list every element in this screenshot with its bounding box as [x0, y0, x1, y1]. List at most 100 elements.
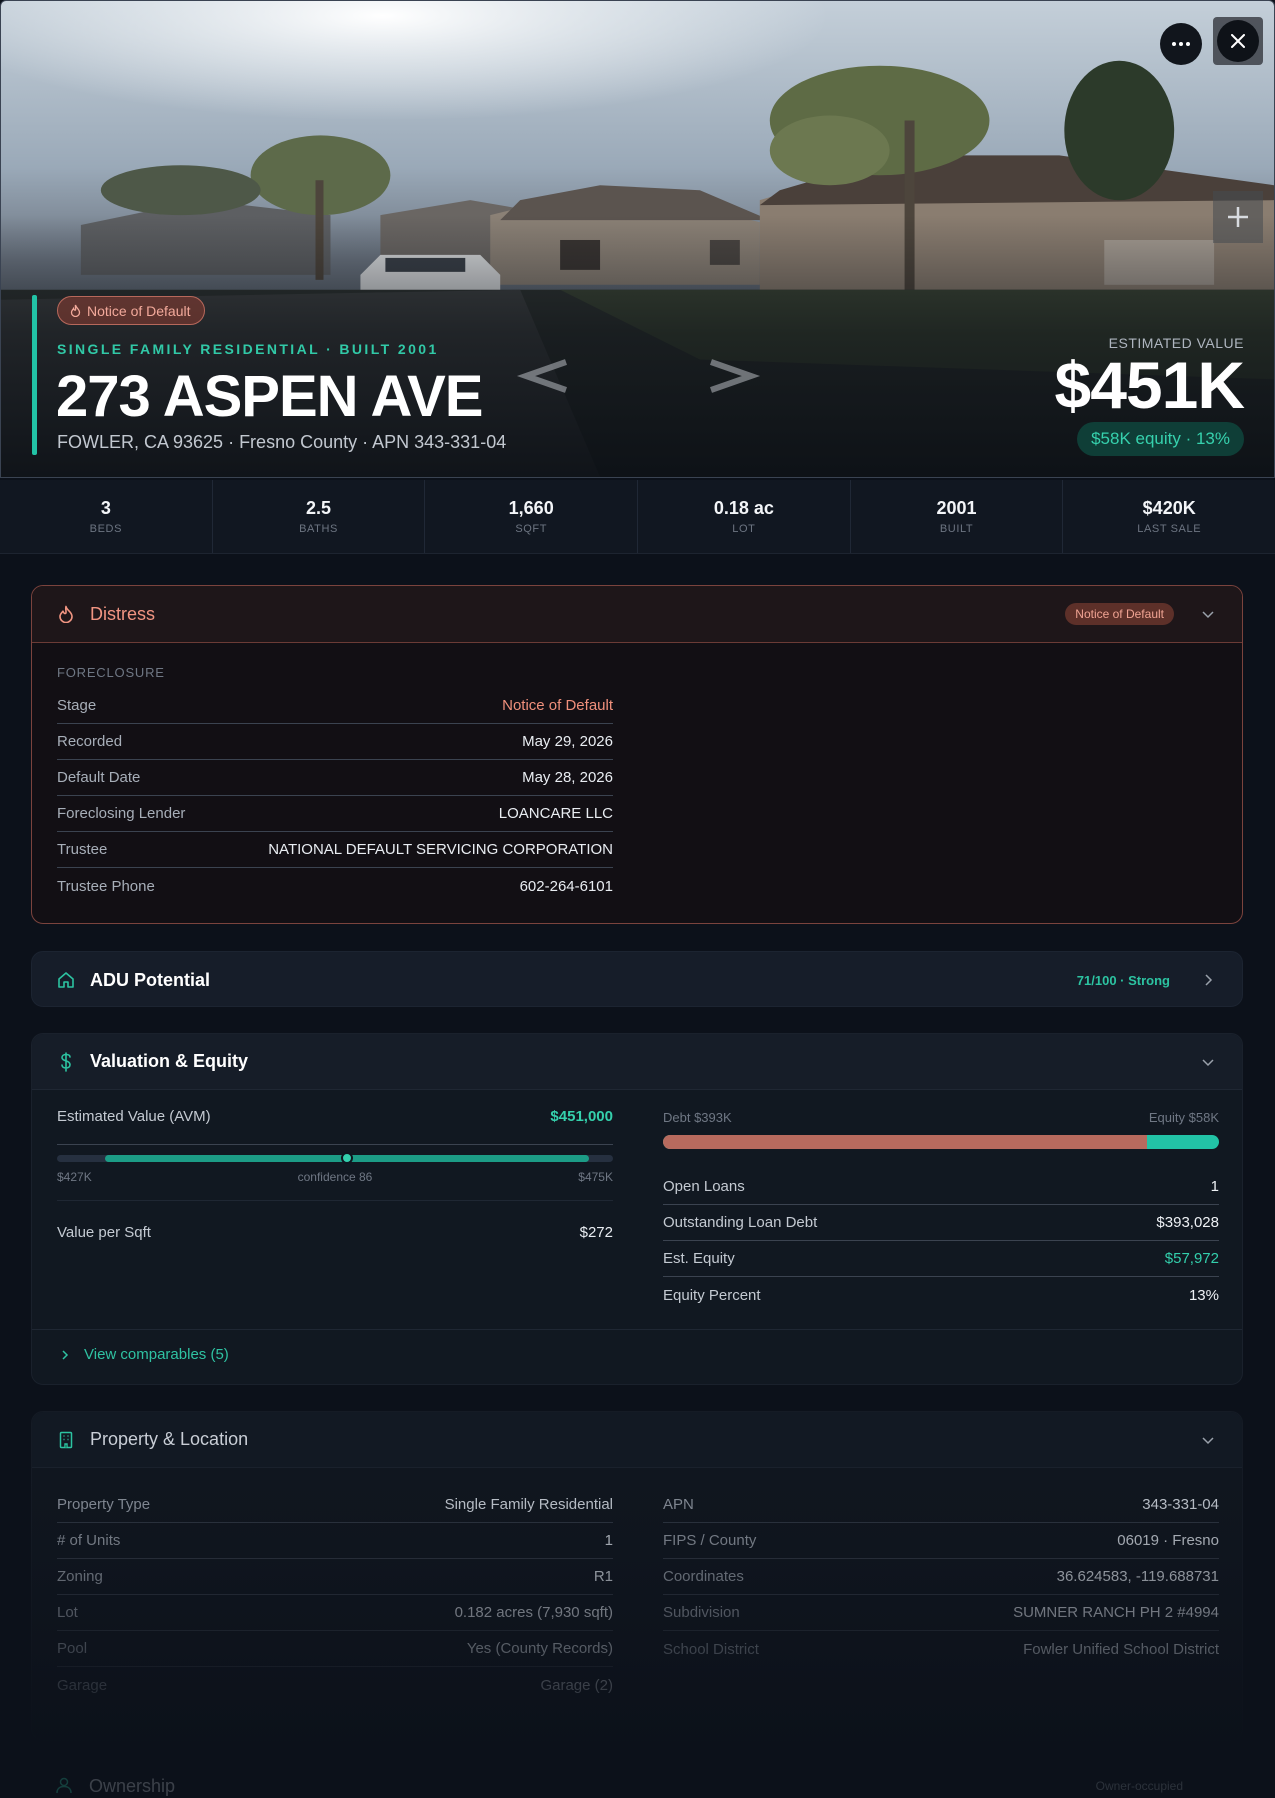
debt-equity-labels: Debt $393K Equity $58K: [663, 1110, 1219, 1125]
home-icon: [56, 970, 76, 990]
avm-scale: $427K confidence 86 $475K: [57, 1170, 613, 1184]
property-card-header[interactable]: Property & Location: [32, 1412, 1242, 1468]
user-icon: [55, 1776, 75, 1796]
close-icon: [1231, 34, 1245, 48]
avm-range-low: $427K: [57, 1170, 92, 1184]
distress-status-pill: Notice of Default: [57, 296, 205, 325]
chevron-down-icon[interactable]: [1200, 1432, 1216, 1448]
row-label: Open Loans: [663, 1178, 745, 1195]
row-label: Subdivision: [663, 1604, 740, 1621]
detail-row-stage: Stage Notice of Default: [57, 688, 613, 724]
row-value: 343-331-04: [1142, 1496, 1219, 1513]
row-value: $57,972: [1164, 1250, 1219, 1267]
row-pool: Pool Yes (County Records): [57, 1631, 613, 1667]
chevron-down-icon[interactable]: [1200, 1054, 1216, 1070]
row-label: Trustee: [57, 841, 108, 858]
row-value: LOANCARE LLC: [498, 805, 613, 822]
stat-value: 3: [100, 498, 111, 518]
stat-label: LOT: [732, 523, 756, 535]
dollar-icon: [56, 1051, 76, 1072]
property-stats-bar: 3 BEDS 2.5 BATHS 1,660 SQFT 0.18 ac LOT 2001…: [0, 480, 1275, 554]
stat-beds: 3 BEDS: [0, 480, 213, 553]
avm-value: $451,000: [550, 1108, 613, 1125]
row-coordinates: Coordinates 36.624583, -119.688731: [663, 1559, 1219, 1595]
next-photo-arrow[interactable]: [701, 356, 761, 396]
distress-badge: Notice of Default: [1065, 603, 1174, 625]
stat-value: 2001: [936, 498, 977, 518]
row-subdivision: Subdivision SUMNER RANCH PH 2 #4994: [663, 1595, 1219, 1631]
row-value: Yes (County Records): [466, 1640, 613, 1657]
stat-value: 1,660: [508, 498, 554, 518]
close-button[interactable]: [1213, 17, 1263, 65]
value-per-sqft-row: Value per Sqft $272: [57, 1224, 613, 1241]
property-kicker: SINGLE FAMILY RESIDENTIAL · BUILT 2001: [57, 341, 439, 357]
distress-card-header[interactable]: Distress Notice of Default: [32, 586, 1242, 643]
zoom-in-button[interactable]: [1213, 191, 1263, 243]
row-lot: Lot 0.182 acres (7,930 sqft): [57, 1595, 613, 1631]
valuation-equity-card: Valuation & Equity Estimated Value (AVM)…: [31, 1033, 1243, 1385]
valuation-card-header[interactable]: Valuation & Equity: [32, 1034, 1242, 1090]
detail-row-recorded: Recorded May 29, 2026: [57, 724, 613, 760]
distress-card-title: Distress: [90, 603, 156, 624]
ownership-card-title: Ownership: [89, 1775, 176, 1796]
row-value: Fowler Unified School District: [1023, 1640, 1219, 1658]
more-options-button[interactable]: [1160, 23, 1202, 65]
adu-potential-card[interactable]: ADU Potential 71/100 · Strong: [31, 951, 1243, 1007]
equity-label: Equity $58K: [1148, 1110, 1219, 1125]
estimated-value: $451K: [1054, 348, 1245, 422]
row-label: Pool: [57, 1640, 88, 1657]
row-value: 1: [1210, 1178, 1219, 1195]
row-value: 36.624583, -119.688731: [1056, 1568, 1219, 1585]
row-value: $272: [579, 1224, 613, 1241]
row-label: Zoning: [57, 1568, 103, 1585]
row-value: SUMNER RANCH PH 2 #4994: [1013, 1604, 1219, 1621]
row-zoning: Zoning R1: [57, 1559, 613, 1595]
row-label: Trustee Phone: [57, 877, 155, 895]
debt-fill: [663, 1135, 1147, 1149]
row-apn: APN 343-331-04: [663, 1487, 1219, 1523]
equity-pill: $58K equity · 13%: [1077, 422, 1244, 456]
divider: [32, 1329, 1242, 1330]
valuation-card-title: Valuation & Equity: [90, 1051, 249, 1071]
row-value[interactable]: 602-264-6101: [520, 878, 613, 895]
distress-status-text: Notice of Default: [87, 302, 191, 319]
row-value: 1: [604, 1532, 613, 1549]
row-label: Property Type: [57, 1496, 151, 1513]
row-label: Foreclosing Lender: [57, 805, 186, 822]
adu-card-header[interactable]: ADU Potential 71/100 · Strong: [32, 952, 1242, 1006]
row-label: # of Units: [57, 1532, 121, 1549]
stat-label: LAST SALE: [1137, 523, 1202, 535]
avm-range-high: $475K: [578, 1170, 613, 1184]
row-fips-county: FIPS / County 06019 · Fresno: [663, 1523, 1219, 1559]
row-label: Value per Sqft: [57, 1224, 151, 1241]
row-label: Recorded: [57, 733, 123, 750]
view-comparables-link[interactable]: View comparables (5): [60, 1346, 229, 1363]
detail-row-lender: Foreclosing Lender LOANCARE LLC: [57, 796, 613, 832]
stat-last-sale: $420K LAST SALE: [1063, 480, 1275, 553]
row-value: Notice of Default: [502, 697, 613, 714]
stat-label: SQFT: [515, 523, 548, 535]
stat-label: BATHS: [299, 523, 338, 535]
chevron-down-icon[interactable]: [1200, 606, 1216, 622]
distress-card: Distress Notice of Default FORECLOSURE S…: [31, 585, 1243, 924]
debt-label: Debt $393K: [663, 1110, 732, 1125]
avm-label: Estimated Value (AVM): [57, 1108, 211, 1125]
chevron-right-icon: [62, 1349, 69, 1360]
row-label: Outstanding Loan Debt: [663, 1214, 818, 1231]
row-value: 0.182 acres (7,930 sqft): [454, 1604, 613, 1621]
ownership-card-header[interactable]: Ownership Owner-occupied: [31, 1758, 1243, 1798]
detail-row-trustee-phone: Trustee Phone 602-264-6101: [57, 868, 613, 904]
row-school-district: School District Fowler Unified School Dis…: [663, 1631, 1219, 1667]
chevron-right-icon[interactable]: [1200, 972, 1216, 988]
stat-label: BEDS: [89, 523, 123, 535]
stat-value: 2.5: [305, 498, 332, 518]
divider: [57, 1144, 613, 1145]
previous-photo-arrow[interactable]: [516, 356, 576, 396]
hero-accent-bar: [32, 295, 37, 455]
row-equity-percent: Equity Percent 13%: [663, 1277, 1219, 1313]
plus-icon: [1228, 207, 1248, 227]
row-units: # of Units 1: [57, 1523, 613, 1559]
row-label: Garage: [57, 1676, 108, 1694]
avm-range-track: [57, 1152, 613, 1164]
debt-equity-bar: [663, 1135, 1219, 1149]
